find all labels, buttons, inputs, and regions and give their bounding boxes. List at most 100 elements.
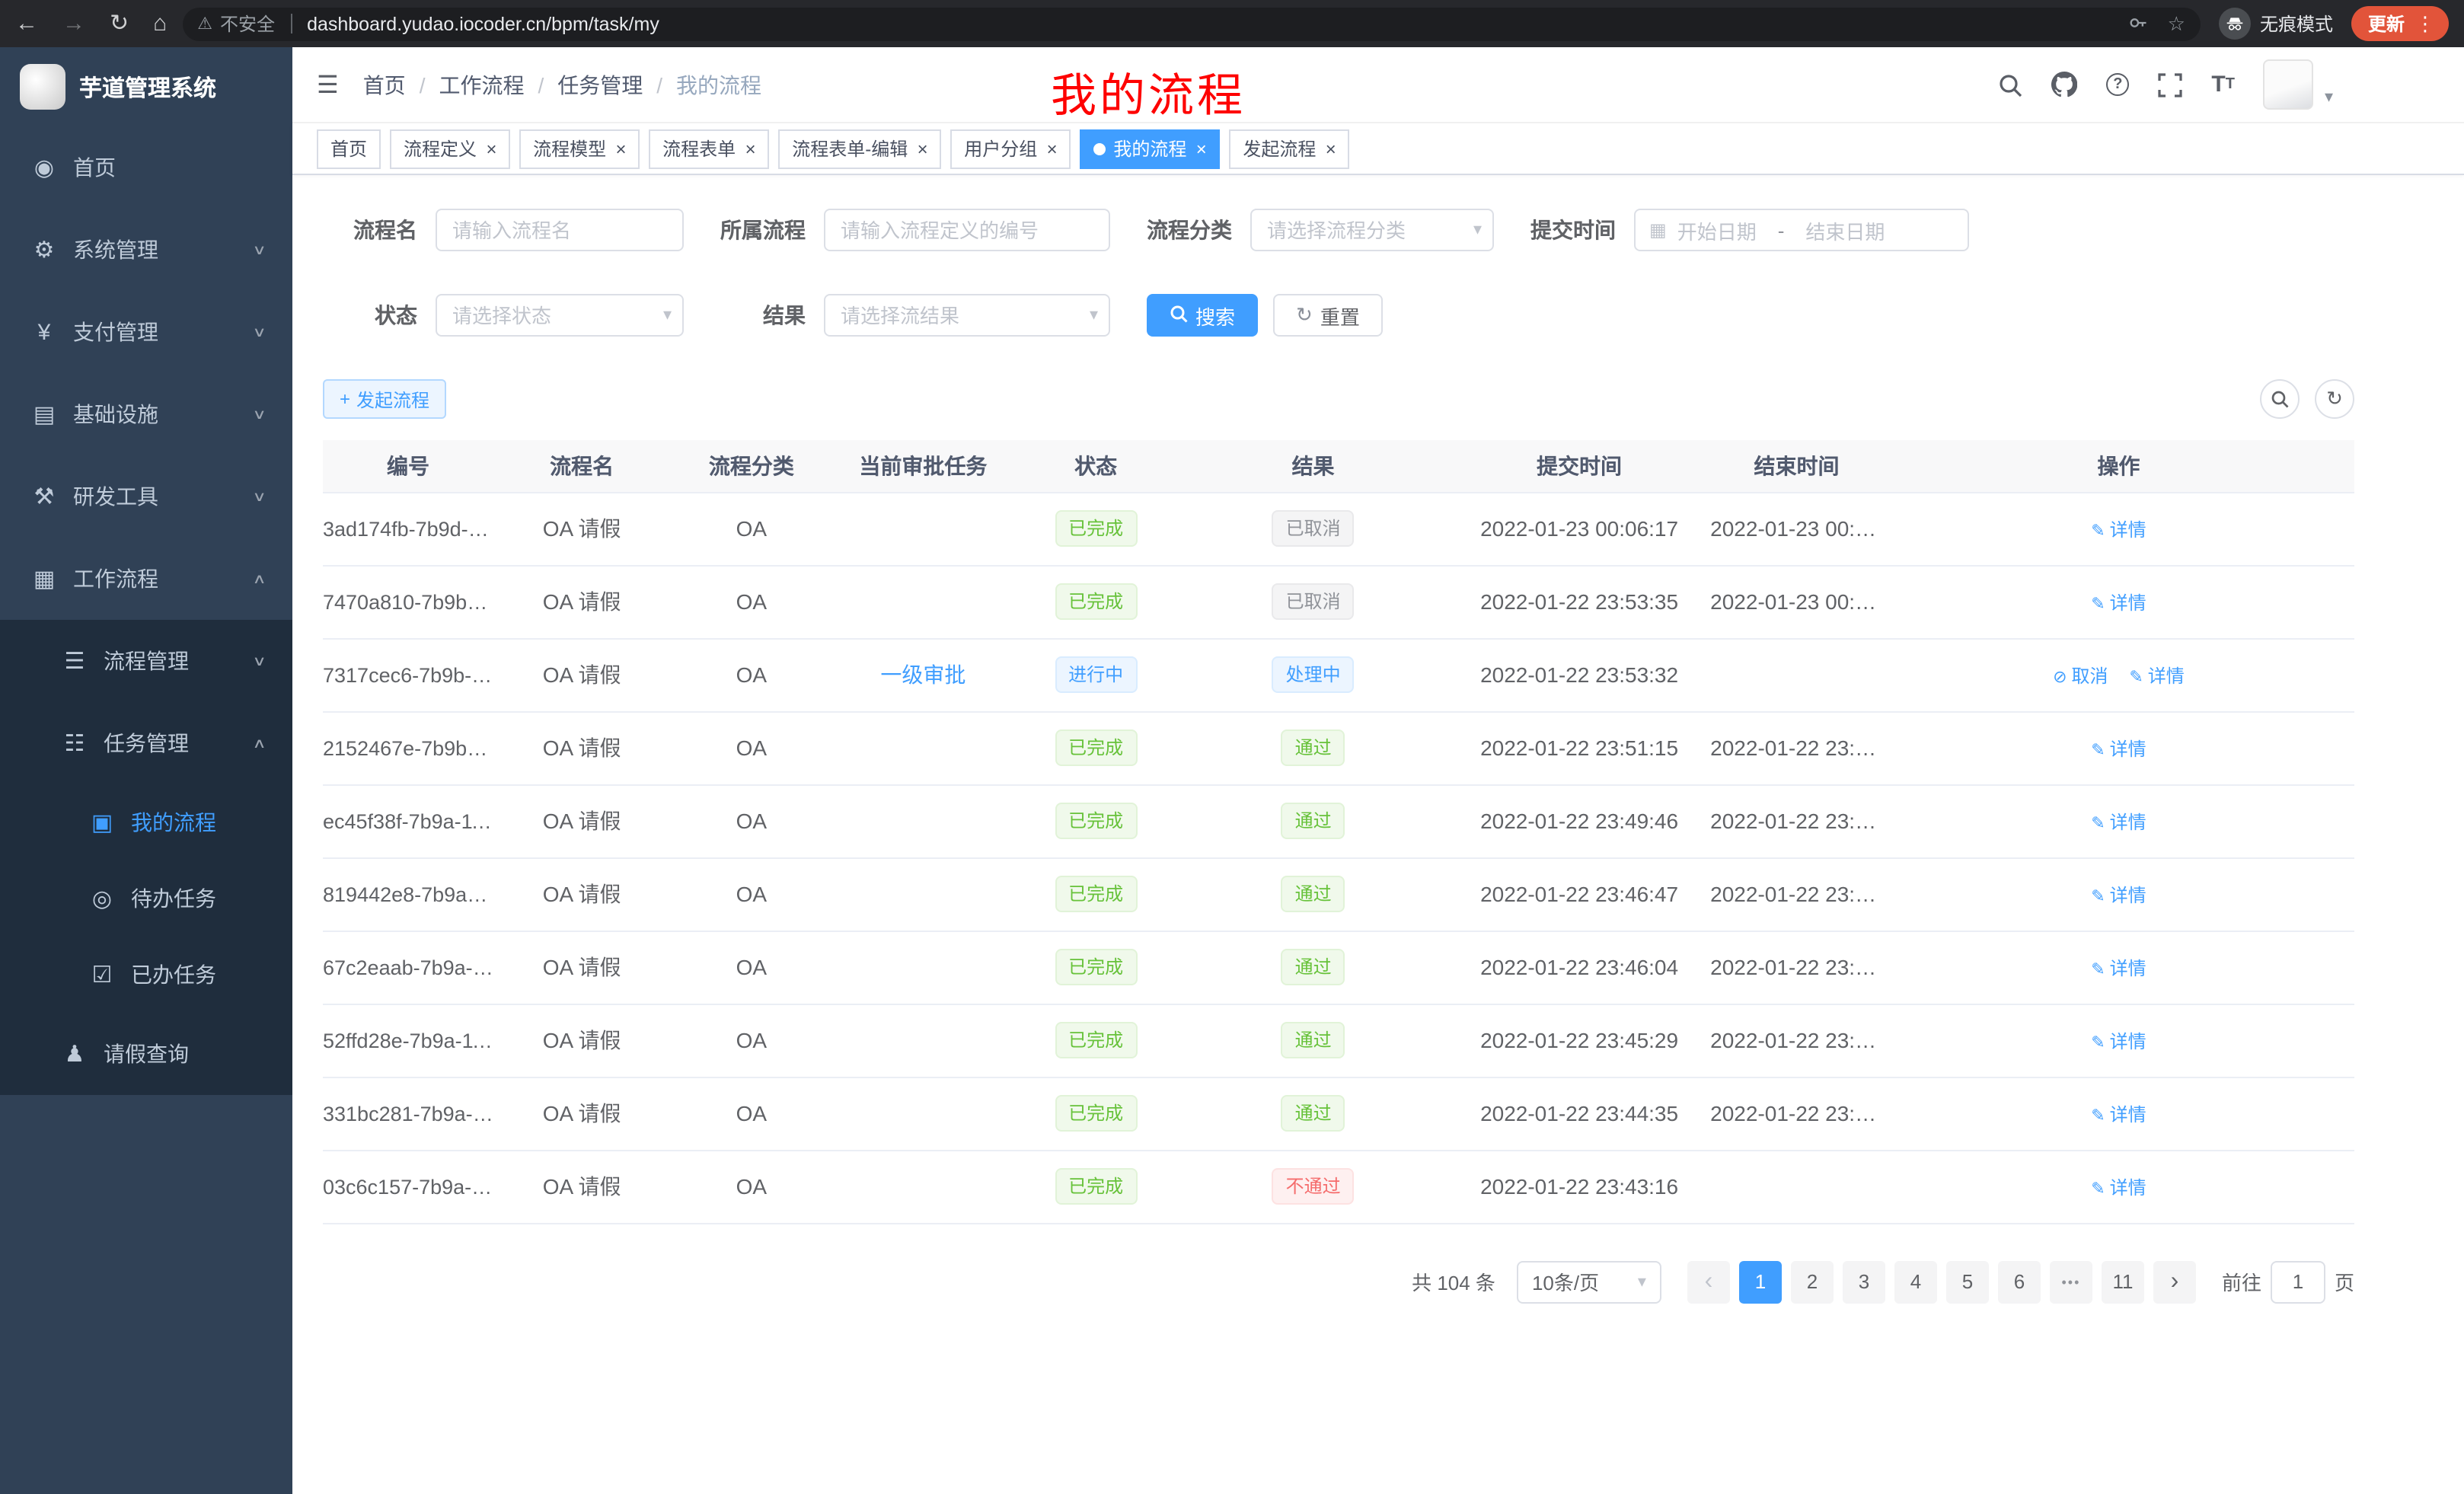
sidebar-item[interactable]: ☑ 已办任务 [0, 937, 292, 1013]
search-icon[interactable] [1998, 72, 2022, 97]
detail-action[interactable]: ✎详情 [2091, 1176, 2146, 1198]
page-number-button[interactable]: ••• [2050, 1260, 2092, 1303]
address-bar[interactable]: ⚠ 不安全 dashboard.yudao.iocoder.cn/bpm/tas… [182, 7, 2201, 40]
breadcrumb-item[interactable]: 任务管理 [557, 69, 643, 100]
browser-home-icon[interactable]: ⌂ [153, 12, 167, 35]
cell-current-task [833, 492, 1013, 565]
search-button[interactable]: 搜索 [1147, 294, 1258, 337]
page-number-button[interactable]: 2 [1791, 1260, 1834, 1303]
password-key-icon[interactable] [2128, 11, 2150, 36]
breadcrumb-item[interactable]: 首页 [363, 69, 406, 100]
sidebar-item[interactable]: ▣ 我的流程 [0, 784, 292, 860]
github-icon[interactable] [2051, 72, 2077, 97]
tab-close-icon[interactable]: × [1195, 139, 1206, 158]
tab-close-icon[interactable]: × [1046, 139, 1057, 158]
cell-submit-time: 2022-01-22 23:51:15 [1448, 711, 1710, 784]
breadcrumb-item[interactable]: 工作流程 [439, 69, 524, 100]
cell-status: 已完成 [1013, 1077, 1178, 1150]
submit-time-range-picker[interactable]: ▦ 开始日期 - 结束日期 [1634, 209, 1969, 251]
font-size-icon[interactable]: TT [2211, 72, 2235, 97]
status-select[interactable]: ▾ [436, 294, 684, 337]
view-tab[interactable]: 发起流程 × [1229, 129, 1349, 168]
sidebar-item[interactable]: ☰ 流程管理 ∨ [0, 620, 292, 702]
page-number-button[interactable]: 4 [1894, 1260, 1937, 1303]
forward-icon[interactable]: → [62, 12, 85, 35]
browser-update-button[interactable]: 更新 ⋮ [2351, 6, 2449, 41]
sidebar-item[interactable]: ▦ 工作流程 ∧ [0, 538, 292, 620]
sidebar-item-label: 任务管理 [104, 728, 189, 758]
result-badge: 通过 [1281, 729, 1345, 766]
tab-close-icon[interactable]: × [486, 139, 496, 158]
avatar-caret-icon[interactable]: ▾ [2325, 87, 2333, 107]
reload-icon[interactable]: ↻ [110, 12, 129, 35]
current-task-link[interactable]: 一级审批 [880, 662, 965, 687]
page-number-button[interactable]: 6 [1998, 1260, 2041, 1303]
cell-end-time: 2022-01-22 23:44:42 [1710, 1077, 1883, 1150]
view-tab[interactable]: 流程模型 × [519, 129, 640, 168]
cancel-action[interactable]: ⊘取消 [2053, 665, 2108, 686]
sidebar-item[interactable]: ▤ 基础设施 ∨ [0, 373, 292, 455]
view-tab[interactable]: 首页 [317, 129, 381, 168]
cell-current-task: 一级审批 [833, 638, 1013, 711]
sidebar-item[interactable]: ◎ 待办任务 [0, 860, 292, 937]
bookmark-star-icon[interactable]: ☆ [2168, 14, 2185, 34]
column-header: 结果 [1178, 440, 1448, 492]
cell-category: OA [670, 1004, 832, 1077]
category-select[interactable]: ▾ [1250, 209, 1494, 251]
cell-actions: ✎详情 [1883, 784, 2354, 857]
goto-page-input[interactable] [2271, 1260, 2325, 1303]
create-process-button[interactable]: + 发起流程 [323, 379, 446, 419]
result-select[interactable]: ▾ [824, 294, 1110, 337]
detail-action[interactable]: ✎详情 [2091, 592, 2146, 613]
cell-status: 已完成 [1013, 857, 1178, 931]
view-tab[interactable]: 流程定义 × [390, 129, 510, 168]
detail-action[interactable]: ✎详情 [2091, 884, 2146, 905]
kebab-menu-icon[interactable]: ⋮ [2415, 11, 2435, 36]
detail-action[interactable]: ✎详情 [2091, 957, 2146, 978]
detail-action[interactable]: ✎详情 [2091, 1030, 2146, 1052]
process-name-input[interactable] [436, 209, 684, 251]
view-tab[interactable]: 用户分组 × [950, 129, 1071, 168]
detail-action[interactable]: ✎详情 [2129, 665, 2184, 686]
view-tab[interactable]: 我的流程 × [1080, 129, 1220, 168]
user-avatar[interactable] [2264, 59, 2314, 110]
detail-action[interactable]: ✎详情 [2091, 811, 2146, 832]
tab-close-icon[interactable]: × [745, 139, 755, 158]
cell-process-id: 3ad174fb-7b9d-11ec-8404-acde48001122 [323, 492, 493, 565]
detail-action[interactable]: ✎详情 [2091, 1103, 2146, 1125]
tab-close-icon[interactable]: × [615, 139, 626, 158]
prev-page-button[interactable]: ‹ [1687, 1260, 1730, 1303]
view-tab[interactable]: 流程表单 × [649, 129, 769, 168]
fullscreen-icon[interactable] [2158, 72, 2182, 97]
process-definition-input[interactable] [824, 209, 1110, 251]
page-size-select[interactable]: 10条/页 ▾ [1517, 1260, 1661, 1303]
sidebar-item[interactable]: ⚙ 系统管理 ∨ [0, 209, 292, 291]
breadcrumb-item[interactable]: 我的流程 [676, 69, 761, 100]
page-number-button[interactable]: 11 [2102, 1260, 2144, 1303]
tab-close-icon[interactable]: × [917, 139, 927, 158]
cell-process-id: 2152467e-7b9b-11ec-9a1b-acde48001122 [323, 711, 493, 784]
sidebar-item[interactable]: ☷ 任务管理 ∧ [0, 702, 292, 784]
next-page-button[interactable]: › [2153, 1260, 2196, 1303]
back-icon[interactable]: ← [15, 12, 38, 35]
detail-action[interactable]: ✎详情 [2091, 738, 2146, 759]
sidebar-item[interactable]: ◉ 首页 [0, 126, 292, 209]
page-number-button[interactable]: 5 [1946, 1260, 1989, 1303]
sidebar-item[interactable]: ¥ 支付管理 ∨ [0, 291, 292, 373]
toggle-search-button[interactable] [2260, 379, 2300, 419]
help-icon[interactable]: ? [2106, 73, 2129, 96]
sidebar-item[interactable]: ♟ 请假查询 [0, 1013, 292, 1095]
refresh-table-button[interactable]: ↻ [2315, 379, 2354, 419]
result-badge: 已取消 [1272, 583, 1355, 620]
tab-close-icon[interactable]: × [1325, 139, 1336, 158]
chevron-down-icon: ∨ [253, 653, 267, 669]
detail-action[interactable]: ✎详情 [2091, 519, 2146, 540]
sidebar-item[interactable]: ⚒ 研发工具 ∨ [0, 455, 292, 538]
result-badge: 通过 [1281, 876, 1345, 912]
cell-actions: ✎详情 [1883, 711, 2354, 784]
page-number-button[interactable]: 1 [1739, 1260, 1782, 1303]
reset-button[interactable]: ↻ 重置 [1273, 294, 1383, 337]
view-tab[interactable]: 流程表单-编辑 × [778, 129, 941, 168]
page-number-button[interactable]: 3 [1843, 1260, 1885, 1303]
sidebar-toggle-icon[interactable]: ☰ [317, 69, 339, 100]
